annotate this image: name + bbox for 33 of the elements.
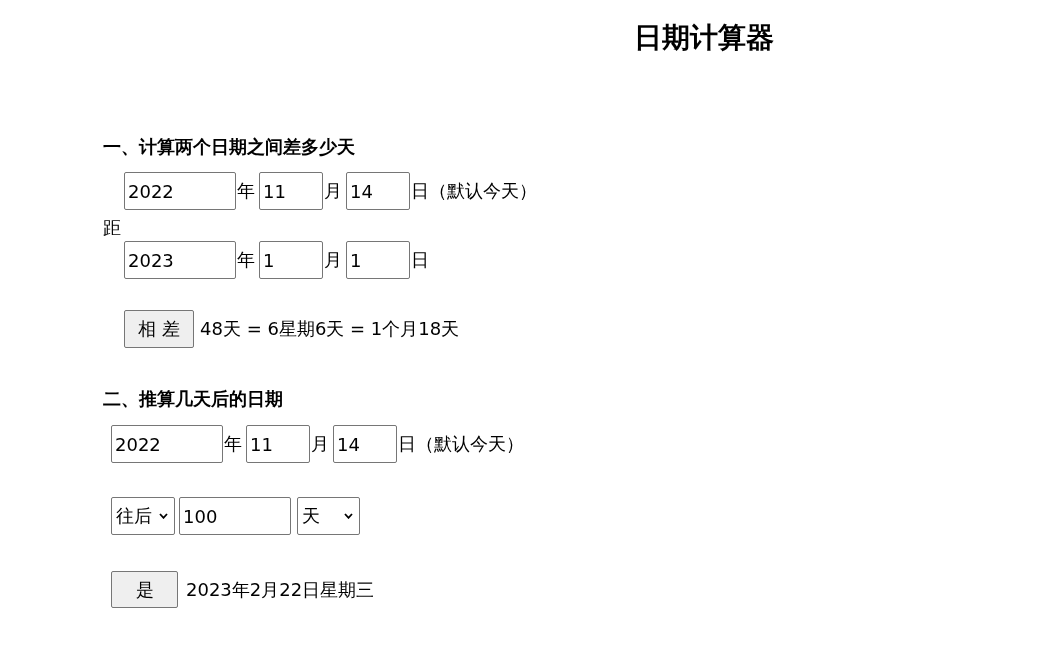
year-field[interactable]: 2023	[124, 241, 236, 279]
chevron-down-icon	[344, 513, 353, 519]
day-field[interactable]: 1	[346, 241, 410, 279]
year-unit-label: 年	[237, 179, 255, 203]
day-unit-label: 日	[398, 432, 416, 456]
month-field[interactable]: 11	[259, 172, 323, 210]
chevron-down-icon	[159, 513, 168, 519]
section-heading: 二、推算几天后的日期	[103, 387, 283, 411]
section-heading: 一、计算两个日期之间差多少天	[103, 135, 355, 159]
date-result: 2023年2月22日星期三	[186, 577, 375, 602]
day-field[interactable]: 14	[333, 425, 397, 463]
day-unit-label: 日	[411, 248, 429, 272]
year-unit-label: 年	[237, 248, 255, 272]
month-field[interactable]: 1	[259, 241, 323, 279]
year-unit-label: 年	[224, 432, 242, 456]
calculate-difference-button[interactable]: 相 差	[124, 310, 194, 348]
year-field[interactable]: 2022	[111, 425, 223, 463]
year-field[interactable]: 2022	[124, 172, 236, 210]
connector-label: 距	[103, 216, 121, 240]
month-unit-label: 月	[324, 248, 342, 272]
direction-dropdown[interactable]: 往后	[111, 497, 175, 535]
difference-result: 48天 = 6星期6天 = 1个月18天	[200, 317, 460, 341]
day-unit-label: 日	[411, 179, 429, 203]
month-unit-label: 月	[324, 179, 342, 203]
amount-field[interactable]: 100	[179, 497, 291, 535]
month-field[interactable]: 11	[246, 425, 310, 463]
page-title: 日期计算器	[634, 21, 774, 55]
default-today-note: （默认今天）	[429, 179, 537, 203]
month-unit-label: 月	[311, 432, 329, 456]
day-field[interactable]: 14	[346, 172, 410, 210]
unit-dropdown[interactable]: 天	[297, 497, 360, 535]
default-today-note: （默认今天）	[416, 432, 524, 456]
calculate-date-button[interactable]: 是	[111, 571, 178, 608]
